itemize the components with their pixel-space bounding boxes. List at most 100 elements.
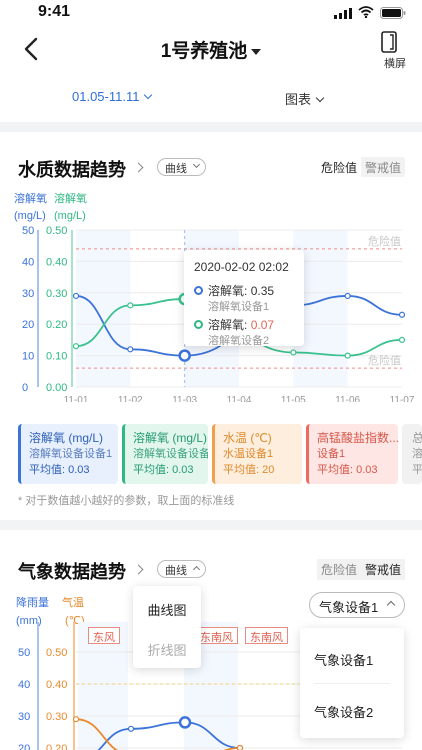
- series-dot-icon: [194, 320, 203, 329]
- y-tick-label-right: 0.10: [46, 351, 67, 363]
- x-tick-label: 11-01: [64, 395, 89, 402]
- legend-card-average: 平: [412, 464, 422, 476]
- series-legend: 溶解氧 (mg/L) 溶解氧设备设备1 平均值: 0.03 溶解氧 (mg/L)…: [0, 424, 422, 484]
- y-tick-label-left: 40: [18, 679, 30, 691]
- legend-card-device: 溶解氧设备设备1: [29, 448, 113, 460]
- view-mode-label: 图表: [285, 92, 312, 107]
- chevron-right-icon[interactable]: [133, 162, 144, 173]
- y-tick-label-right: 0.50: [46, 647, 67, 659]
- data-point: [236, 744, 244, 750]
- view-mode-selector[interactable]: 图表: [285, 89, 325, 108]
- right-axis-name: 溶解氧: [54, 193, 87, 205]
- x-tick-label: 11-03: [172, 395, 197, 402]
- y-tick-label-right: 0.40: [46, 679, 67, 691]
- chart-band: [76, 230, 131, 387]
- legend-card-title: 溶解氧 (mg/L): [133, 431, 208, 445]
- y-tick-label-left: 30: [22, 288, 34, 300]
- left-axis-name: 溶解氧: [14, 193, 47, 205]
- legend-card-device: 设备1: [317, 448, 346, 460]
- right-axis-title: 溶解氧 (mg/L): [54, 192, 87, 224]
- tooltip-row-2: 溶解氧: 0.07: [208, 316, 274, 333]
- legend-card[interactable]: 高锰酸盐指数... 设备1 平均值: 0.03: [306, 424, 398, 484]
- tooltip-row-1-value: 0.35: [250, 284, 275, 298]
- section-title: 气象数据趋势: [18, 562, 126, 582]
- legend-card-average: 平均值: 0.03: [317, 464, 378, 476]
- curve-mode-pill[interactable]: 曲线: [157, 158, 206, 176]
- status-bar: 9:41: [0, 0, 422, 26]
- caret-down-icon: [251, 48, 262, 55]
- y-tick-label-left: 0: [22, 382, 28, 394]
- tooltip-time: 2020-02-02 02:02: [194, 260, 289, 274]
- legend-card[interactable]: 溶解氧 (mg/L) 溶解氧设备设备1 平均值: 0.03: [18, 424, 118, 484]
- date-range-label: 01.05-11.11: [72, 89, 140, 104]
- landscape-icon[interactable]: [376, 30, 402, 54]
- y-tick-label-right: 0.40: [46, 256, 67, 268]
- data-point: [344, 292, 351, 300]
- status-time: 9:41: [38, 3, 71, 20]
- legend-card[interactable]: 总 溶 平: [402, 424, 422, 484]
- curve-mode-pill[interactable]: 曲线: [157, 560, 206, 578]
- warning-toggle[interactable]: 警戒值: [361, 157, 405, 178]
- chevron-up-icon: [386, 600, 396, 610]
- data-point: [178, 349, 191, 362]
- data-point: [344, 352, 351, 359]
- device-option-2[interactable]: 气象设备2: [314, 702, 373, 721]
- tooltip-row-2-device: 溶解氧设备2: [208, 335, 270, 347]
- y-tick-label-left: 30: [18, 711, 30, 723]
- wifi-icon: [358, 6, 374, 18]
- chevron-up-icon: [192, 565, 201, 574]
- danger-toggle[interactable]: 危险值: [317, 559, 362, 580]
- chevron-down-icon: [144, 90, 153, 100]
- x-tick-label: 11-04: [227, 395, 252, 402]
- y-tick-label-left: 50: [18, 647, 30, 659]
- wind-label: 东南风: [195, 627, 238, 644]
- wind-label: 东南风: [245, 627, 288, 644]
- tooltip-row-1-device: 溶解氧设备1: [208, 301, 270, 313]
- tooltip-row-2-value: 0.07: [250, 318, 275, 332]
- y-tick-label-right: 0.30: [46, 288, 67, 300]
- menu-item-curve[interactable]: 曲线图: [133, 600, 201, 619]
- data-point: [398, 336, 406, 344]
- legend-card-title: 水温 (℃): [223, 431, 272, 445]
- signal-icon: [334, 8, 352, 19]
- curve-mode-label: 曲线: [165, 163, 187, 175]
- landscape-label[interactable]: 横屏: [384, 55, 406, 71]
- chart-tooltip: 2020-02-02 02:02 溶解氧: 0.35 溶解氧设备1 溶解氧: 0…: [184, 250, 304, 347]
- data-point: [178, 716, 192, 729]
- chevron-down-icon: [315, 93, 325, 103]
- chevron-right-icon[interactable]: [133, 564, 144, 575]
- menu-item-polyline[interactable]: 折线图: [133, 640, 201, 659]
- left-axis-title: 溶解氧 (mg/L): [14, 192, 47, 224]
- legend-card[interactable]: 水温 (℃) 水温设备1 平均值: 20: [212, 424, 302, 484]
- x-tick-label: 11-07: [390, 395, 415, 402]
- device-option-1[interactable]: 气象设备1: [314, 650, 373, 669]
- footnote: * 对于数值越小越好的参数，取上面的标准线: [18, 495, 235, 507]
- warning-toggle[interactable]: 警戒值: [361, 559, 406, 580]
- section-title: 水质数据趋势: [18, 160, 126, 180]
- data-point: [72, 292, 80, 300]
- data-point: [127, 346, 134, 353]
- tooltip-row-1: 溶解氧: 0.35: [208, 282, 274, 299]
- legend-card-device: 溶: [412, 448, 422, 460]
- curve-mode-label: 曲线: [165, 565, 187, 577]
- legend-card-average: 平均值: 0.03: [29, 464, 90, 476]
- data-point: [127, 725, 135, 732]
- menu-divider: [314, 683, 390, 684]
- x-tick-label: 11-06: [335, 395, 360, 402]
- y-tick-label-right: 0.20: [46, 319, 67, 331]
- legend-card-title: 高锰酸盐指数...: [317, 431, 398, 445]
- y-tick-label-left: 20: [22, 319, 34, 331]
- legend-card[interactable]: 溶解氧 (mg/L) 溶解氧设备设备2 平均值: 0.03: [122, 424, 208, 484]
- device-select[interactable]: 气象设备1: [309, 592, 405, 618]
- date-range-selector[interactable]: 01.05-11.11: [72, 89, 153, 104]
- y-tick-label-left: 10: [22, 351, 34, 363]
- threshold-label: 危险值: [368, 234, 401, 248]
- x-tick-label: 11-05: [281, 395, 306, 402]
- x-tick-label: 11-02: [118, 395, 143, 402]
- battery-icon: [380, 7, 406, 19]
- pond-selector[interactable]: 1号养殖池: [0, 36, 422, 63]
- chevron-down-icon: [192, 160, 201, 169]
- y-tick-label-left: 20: [18, 743, 30, 750]
- wind-label: 东风: [88, 627, 120, 644]
- danger-toggle[interactable]: 危险值: [317, 157, 362, 178]
